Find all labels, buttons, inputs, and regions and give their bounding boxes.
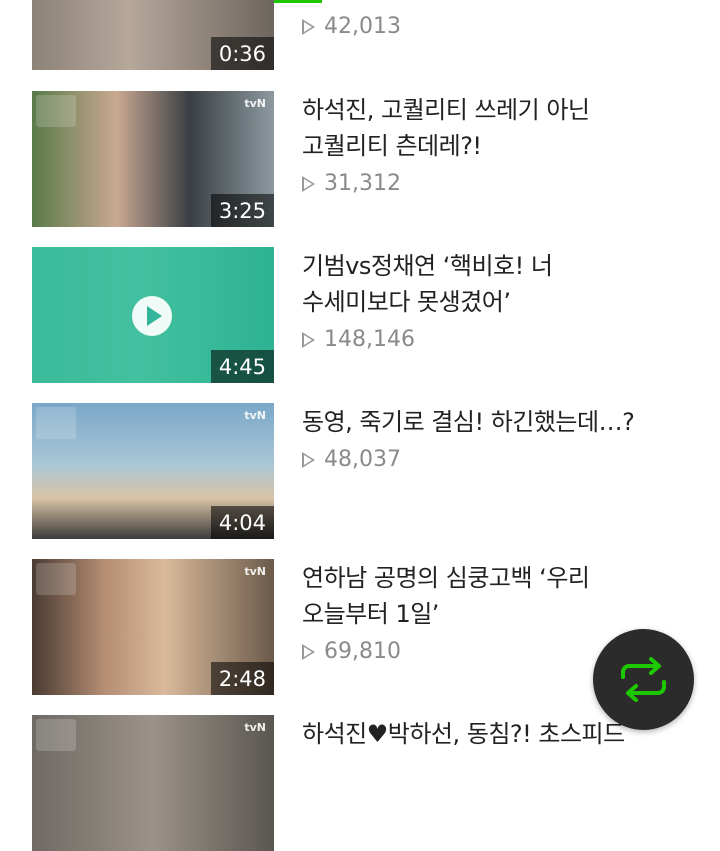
play-count-icon — [302, 643, 315, 660]
video-title-line[interactable]: 연하남 공명의 심쿵고백 ‘우리 — [302, 559, 702, 597]
play-count-icon — [302, 331, 315, 348]
duration-badge: 4:45 — [210, 350, 274, 383]
duration-badge: 0:36 — [210, 37, 274, 70]
view-count: 31,312 — [302, 171, 401, 196]
duration-badge: 3:25 — [210, 194, 274, 227]
list-item[interactable]: tvN 4:04 동영, 죽기로 결심! 하긴했는데…? 48,037 — [0, 403, 720, 539]
video-thumbnail[interactable]: 4:45 — [32, 247, 274, 383]
video-title-line[interactable]: 고퀄리티 츤데레?! — [302, 127, 702, 165]
video-thumbnail[interactable]: tvN — [32, 715, 274, 851]
view-count-value: 48,037 — [324, 447, 401, 472]
view-count-value: 148,146 — [324, 327, 415, 352]
channel-logo: tvN — [244, 409, 266, 422]
list-item[interactable]: 0:36 42,013 — [0, 0, 720, 70]
view-count: 69,810 — [302, 639, 401, 664]
channel-logo: tvN — [244, 721, 266, 734]
view-count-value: 42,013 — [324, 14, 401, 39]
repeat-button[interactable] — [593, 629, 694, 730]
view-count: 48,037 — [302, 447, 401, 472]
repeat-icon — [621, 657, 666, 702]
view-count-value: 31,312 — [324, 171, 401, 196]
video-thumbnail[interactable]: 0:36 — [32, 0, 274, 70]
show-logo — [36, 563, 76, 595]
play-count-icon — [302, 18, 315, 35]
video-title-line[interactable]: 하석진, 고퀄리티 쓰레기 아닌 — [302, 91, 702, 129]
video-title-line[interactable]: 오늘부터 1일’ — [302, 595, 702, 633]
video-title-line[interactable]: 동영, 죽기로 결심! 하긴했는데…? — [302, 403, 702, 441]
video-thumbnail[interactable]: tvN 3:25 — [32, 91, 274, 227]
channel-logo: tvN — [244, 97, 266, 110]
video-thumbnail[interactable]: tvN 2:48 — [32, 559, 274, 695]
video-title-line[interactable]: 수세미보다 못생겼어’ — [302, 283, 702, 321]
show-logo — [36, 407, 76, 439]
list-item-active[interactable]: 4:45 기범vs정채연 ‘핵비호! 너 수세미보다 못생겼어’ 148,146 — [0, 247, 720, 383]
play-count-icon — [302, 175, 315, 192]
video-title-line[interactable]: 기범vs정채연 ‘핵비호! 너 — [302, 247, 702, 285]
list-item[interactable]: tvN 3:25 하석진, 고퀄리티 쓰레기 아닌 고퀄리티 츤데레?! 31,… — [0, 91, 720, 227]
video-thumbnail[interactable]: tvN 4:04 — [32, 403, 274, 539]
play-icon[interactable] — [132, 296, 172, 336]
show-logo — [36, 95, 76, 127]
duration-badge: 4:04 — [210, 506, 274, 539]
view-count-value: 69,810 — [324, 639, 401, 664]
duration-badge: 2:48 — [210, 662, 274, 695]
channel-logo: tvN — [244, 565, 266, 578]
view-count: 42,013 — [302, 14, 401, 39]
play-count-icon — [302, 451, 315, 468]
view-count: 148,146 — [302, 327, 415, 352]
list-item[interactable]: tvN 하석진♥박하선, 동침?! 초스피드 — [0, 715, 720, 851]
show-logo — [36, 719, 76, 751]
